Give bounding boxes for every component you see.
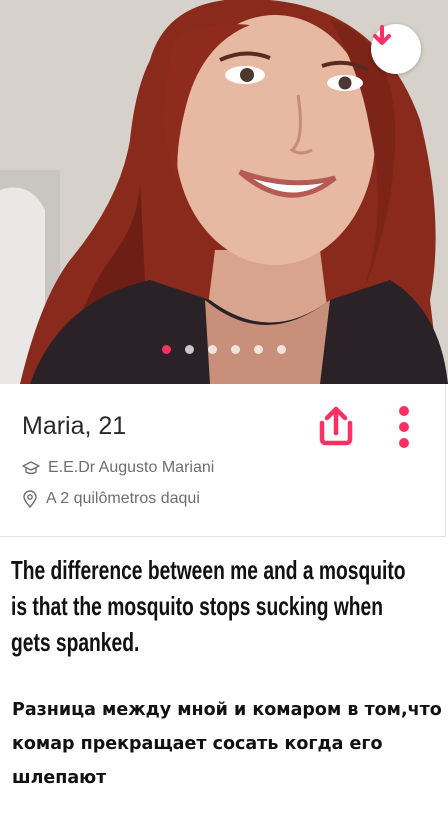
more-options-button[interactable]	[394, 404, 414, 450]
photo-dot-3[interactable]	[208, 345, 217, 354]
profile-photo[interactable]	[0, 0, 448, 384]
russian-caption: Разница между мной и комаром в том,что к…	[12, 700, 442, 788]
photo-dot-6[interactable]	[277, 345, 286, 354]
photo-dot-4[interactable]	[231, 345, 240, 354]
profile-name-age: Maria, 21	[22, 412, 127, 440]
school-name: E.E.Dr Augusto Mariani	[48, 459, 215, 476]
photo-dot-1[interactable]	[162, 345, 171, 354]
more-vertical-icon	[399, 406, 409, 448]
share-icon	[319, 406, 353, 446]
graduation-cap-icon	[22, 461, 40, 475]
photo-dot-5[interactable]	[254, 345, 263, 354]
school-row: E.E.Dr Augusto Mariani	[22, 459, 214, 477]
share-button[interactable]	[314, 405, 358, 447]
location-pin-icon	[23, 490, 37, 508]
profile-info-card: Maria, 21 E.E.Dr Augusto Mariani A 2 qui…	[0, 384, 446, 537]
distance-text: A 2 quilômetros daqui	[46, 490, 200, 507]
collapse-photo-button[interactable]	[371, 24, 421, 74]
photo-pagination	[0, 345, 448, 354]
distance-row: A 2 quilômetros daqui	[22, 490, 200, 508]
photo-dot-2[interactable]	[185, 345, 194, 354]
english-caption: The difference between me and a mosquito…	[11, 555, 406, 657]
arrow-down-icon	[373, 25, 391, 45]
